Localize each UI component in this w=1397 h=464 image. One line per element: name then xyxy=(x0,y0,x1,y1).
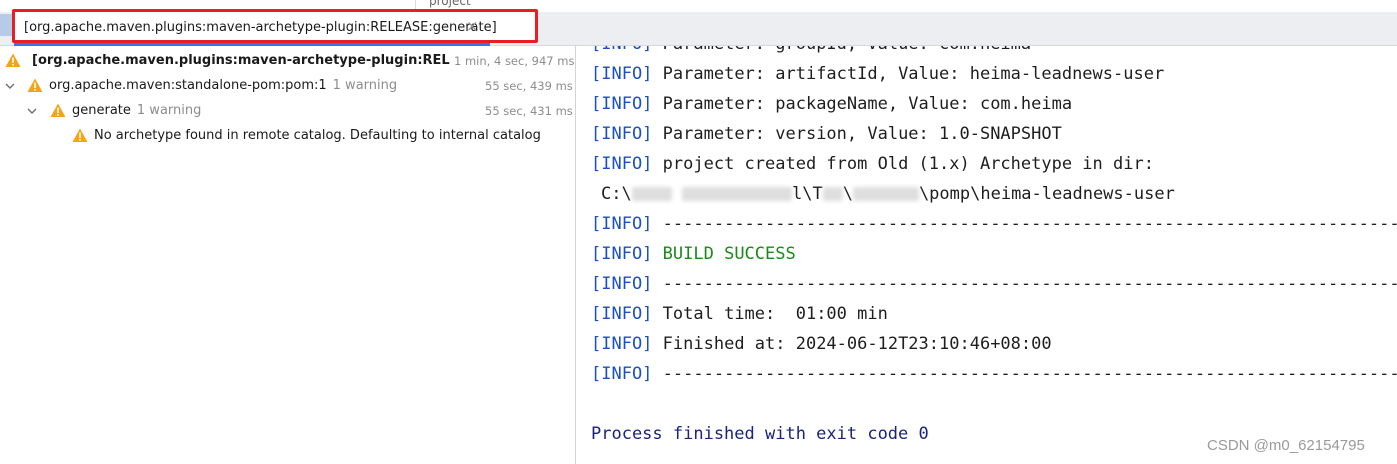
console-line-created: [INFO] project created from Old (1.x) Ar… xyxy=(591,152,1154,176)
info-tag: [INFO] xyxy=(591,274,653,294)
warning-icon xyxy=(50,103,66,122)
redacted-text xyxy=(681,187,792,201)
console-line-build-success: [INFO] BUILD SUCCESS xyxy=(591,242,796,266)
console-text: Parameter: groupId, Value: com.heima xyxy=(663,46,1031,54)
console-line-path: C:\ l\T \ \pomp\heima-leadnews-user xyxy=(601,182,1175,206)
chevron-down-icon[interactable] xyxy=(27,105,37,115)
run-tab[interactable]: [org.apache.maven.plugins:maven-archetyp… xyxy=(14,9,538,41)
tree-message-label: No archetype found in remote catalog. De… xyxy=(94,128,541,143)
tree-generate-label: generate 1 warning xyxy=(72,103,201,118)
path-suffix: \heima-leadnews-user xyxy=(970,184,1175,204)
path-segment: \pomp xyxy=(918,184,971,204)
console-output[interactable]: [INFO] Parameter: groupId, Value: com.he… xyxy=(576,46,1397,464)
console-text: Parameter: version, Value: 1.0-SNAPSHOT xyxy=(662,124,1062,144)
warning-icon xyxy=(72,128,88,147)
info-tag: [INFO] xyxy=(591,64,653,84)
info-tag: [INFO] xyxy=(591,124,653,144)
redacted-text xyxy=(631,187,672,201)
separator: ----------------------------------------… xyxy=(662,364,1397,384)
console-line-groupid: [INFO] Parameter: groupId, Value: com.he… xyxy=(591,46,1031,56)
build-tree: [org.apache.maven.plugins:maven-archetyp… xyxy=(0,46,575,464)
console-line-exit: Process finished with exit code 0 xyxy=(591,424,929,444)
tree-generate-time: 55 sec, 431 ms xyxy=(485,104,573,118)
console-line-finished-at: [INFO] Finished at: 2024-06-12T23:10:46+… xyxy=(591,332,1052,356)
warning-count: 1 warning xyxy=(136,103,202,118)
warning-icon xyxy=(27,78,43,97)
path-prefix: C:\ xyxy=(601,184,632,204)
tree-pom-name: org.apache.maven:standalone-pom:pom:1 xyxy=(49,78,327,93)
redacted-text xyxy=(822,187,843,201)
console-text: Total time: 01:00 min xyxy=(662,304,888,324)
console-line-separator: [INFO] ---------------------------------… xyxy=(591,362,1397,386)
tree-root-label: [org.apache.maven.plugins:maven-archetyp… xyxy=(32,53,450,68)
tree-pom-time: 55 sec, 439 ms xyxy=(485,79,573,93)
info-tag: [INFO] xyxy=(591,364,653,384)
info-tag: [INFO] xyxy=(591,334,653,354)
info-tag: [INFO] xyxy=(591,94,653,114)
tree-root-time: 1 min, 4 sec, 947 ms xyxy=(454,54,575,68)
info-tag: [INFO] xyxy=(591,214,653,234)
project-label: project xyxy=(429,0,471,8)
info-tag: [INFO] xyxy=(591,304,653,324)
watermark: CSDN @m0_62154795 xyxy=(1207,437,1365,454)
chevron-down-icon[interactable] xyxy=(5,80,15,90)
path-segment: \ xyxy=(842,184,853,204)
tree-row-root[interactable]: [org.apache.maven.plugins:maven-archetyp… xyxy=(0,48,575,73)
console-text: Parameter: artifactId, Value: heima-lead… xyxy=(662,64,1165,84)
tree-row-message[interactable]: No archetype found in remote catalog. De… xyxy=(0,123,575,148)
warning-count: 1 warning xyxy=(332,78,398,93)
console-line-version: [INFO] Parameter: version, Value: 1.0-SN… xyxy=(591,122,1062,146)
tree-generate-name: generate xyxy=(72,103,131,118)
console-line-total-time: [INFO] Total time: 01:00 min xyxy=(591,302,888,326)
tree-row-generate[interactable]: generate 1 warning 55 sec, 431 ms xyxy=(0,98,575,123)
separator: ----------------------------------------… xyxy=(662,274,1397,294)
info-tag: [INFO] xyxy=(591,244,653,264)
build-success: BUILD SUCCESS xyxy=(662,244,796,264)
console-text: Parameter: packageName, Value: com.heima xyxy=(662,94,1073,114)
redacted-text xyxy=(852,187,919,201)
warning-icon xyxy=(5,53,21,72)
console-line-separator: [INFO] ---------------------------------… xyxy=(591,212,1397,236)
console-line-separator: [INFO] ---------------------------------… xyxy=(591,272,1397,296)
console-line-artifactid: [INFO] Parameter: artifactId, Value: hei… xyxy=(591,62,1164,86)
tab-edge xyxy=(0,14,12,36)
tree-pom-label: org.apache.maven:standalone-pom:pom:1 1 w… xyxy=(49,78,397,93)
path-segment: l\T xyxy=(791,184,823,204)
console-text: project created from Old (1.x) Archetype… xyxy=(662,154,1154,174)
info-tag: [INFO] xyxy=(591,46,652,54)
run-tab-label: [org.apache.maven.plugins:maven-archetyp… xyxy=(24,20,497,35)
console-line-packagename: [INFO] Parameter: packageName, Value: co… xyxy=(591,92,1072,116)
tree-row-pom[interactable]: org.apache.maven:standalone-pom:pom:1 1 w… xyxy=(0,73,575,98)
info-tag: [INFO] xyxy=(591,154,653,174)
separator: ----------------------------------------… xyxy=(662,214,1397,234)
close-icon[interactable]: × xyxy=(466,17,479,35)
console-text: Finished at: 2024-06-12T23:10:46+08:00 xyxy=(662,334,1052,354)
